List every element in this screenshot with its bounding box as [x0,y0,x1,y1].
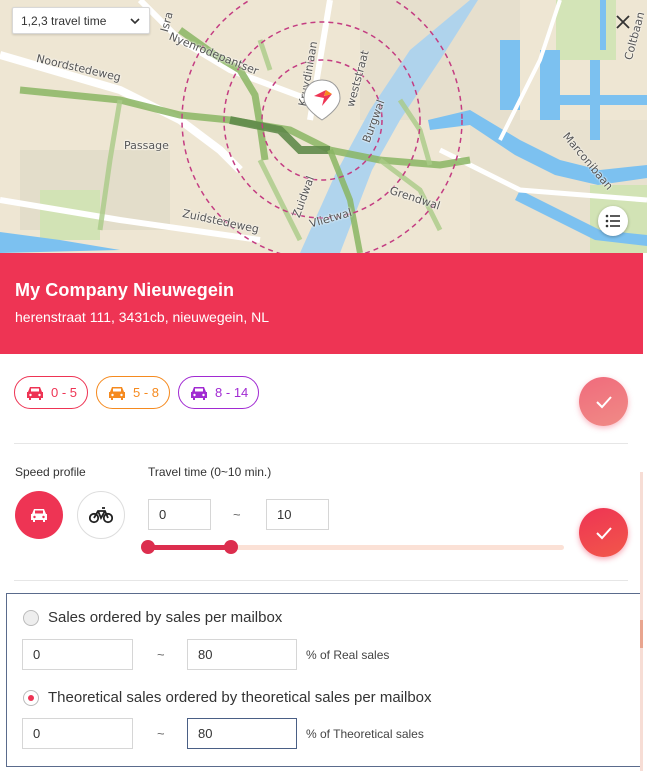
confirm-legend-button[interactable] [579,377,628,426]
apply-travel-time-button[interactable] [579,508,628,557]
legend-chip-label: 0 - 5 [51,385,78,400]
travel-time-select[interactable]: 1,2,3 travel time [12,7,150,34]
speed-profile-car-button[interactable] [15,491,63,539]
real-sales-max-input[interactable]: 80 [187,639,297,670]
location-pin-icon[interactable] [302,78,342,122]
divider [14,580,628,581]
close-icon[interactable] [613,12,633,32]
panel-scrollbar-thumb[interactable] [640,620,643,648]
sales-option-real-label: Sales ordered by sales per mailbox [48,609,283,626]
chevron-down-icon [130,17,140,24]
travel-time-slider-min-handle[interactable] [141,540,155,554]
theoretical-sales-min-input[interactable]: 0 [22,718,133,749]
travel-time-select-value: 1,2,3 travel time [21,13,107,28]
sales-option-theoretical[interactable]: Theoretical sales ordered by theoretical… [23,689,432,706]
legend-chip-label: 8 - 14 [215,385,249,400]
check-icon [595,395,612,408]
company-name: My Company Nieuwegein [15,280,235,300]
list-icon [605,214,620,228]
travel-time-label: Travel time (0~10 min.) [148,465,272,479]
car-icon [109,386,126,400]
divider [14,443,628,444]
car-icon [31,509,47,522]
travel-time-min-input[interactable]: 0 [148,499,211,530]
range-separator: ~ [157,647,165,662]
range-separator: ~ [157,726,165,741]
map-layers-button[interactable] [598,206,628,236]
car-icon [27,386,43,400]
legend-chip-8-14[interactable]: 8 - 14 [178,376,260,409]
theoretical-sales-unit: % of Theoretical sales [306,727,424,741]
company-banner: My Company Nieuwegein herenstraat 111, 3… [0,253,643,354]
company-address: herenstraat 111, 3431cb, nieuwegein, NL [15,309,269,325]
map-view[interactable]: Noordstedeweg Passage Nyenrodepantser Zu… [0,0,647,253]
sales-option-theoretical-radio[interactable] [23,689,39,706]
check-icon [595,526,612,539]
bicycle-icon [89,507,113,524]
travel-time-slider-max-handle[interactable] [224,540,239,554]
sales-option-real-radio[interactable] [23,609,39,626]
legend-chip-0-5[interactable]: 0 - 5 [14,376,89,409]
legend-chip-5-8[interactable]: 5 - 8 [96,376,171,409]
travel-time-slider-fill [148,545,232,550]
range-separator: ~ [233,507,241,522]
car-icon [191,386,208,400]
speed-profile-label: Speed profile [15,465,86,479]
travel-legend: 0 - 5 5 - 8 8 - 14 [14,376,260,409]
real-sales-min-input[interactable]: 0 [22,639,133,670]
theoretical-sales-max-input[interactable]: 80 [187,718,297,749]
travel-time-max-input[interactable]: 10 [266,499,329,530]
sales-option-theoretical-label: Theoretical sales ordered by theoretical… [48,689,432,706]
map-label-passage: Passage [124,139,169,152]
speed-profile-bike-button[interactable] [77,491,125,539]
sales-option-real[interactable]: Sales ordered by sales per mailbox [23,609,282,626]
legend-chip-label: 5 - 8 [133,385,160,400]
real-sales-unit: % of Real sales [306,648,390,662]
